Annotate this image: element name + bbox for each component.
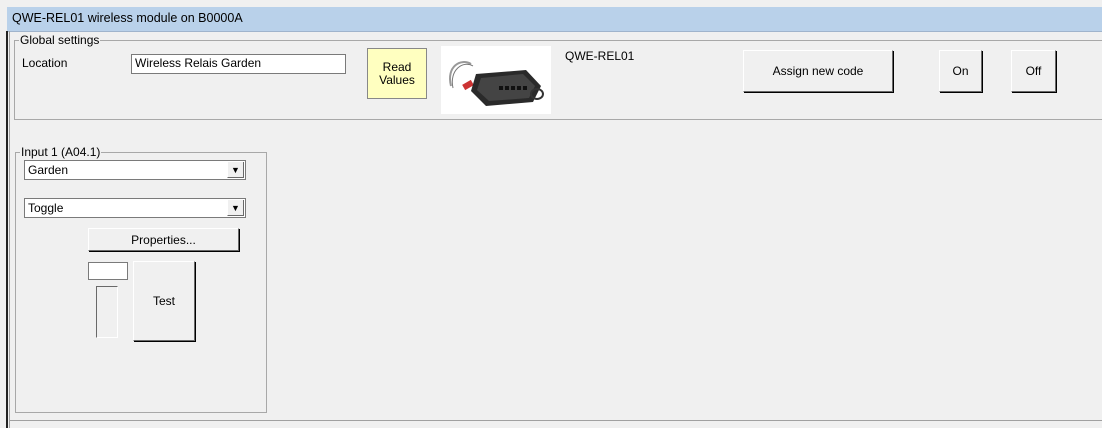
module-image bbox=[441, 46, 551, 114]
title-bar: QWE-REL01 wireless module on B0000A bbox=[7, 7, 1102, 32]
location-value: Wireless Relais Garden bbox=[135, 56, 262, 70]
location-field[interactable]: Wireless Relais Garden bbox=[131, 54, 346, 74]
module-name: QWE-REL01 bbox=[565, 49, 635, 63]
bottom-divider bbox=[10, 420, 1102, 421]
input1-title: Input 1 (A04.1) bbox=[20, 145, 102, 159]
on-button[interactable]: On bbox=[939, 50, 982, 92]
level-indicator bbox=[96, 286, 118, 338]
chevron-down-icon[interactable]: ▼ bbox=[227, 200, 244, 216]
assign-new-code-button[interactable]: Assign new code bbox=[743, 50, 893, 92]
assign-label: Assign new code bbox=[772, 64, 864, 78]
properties-label: Properties... bbox=[131, 232, 196, 247]
test-button[interactable]: Test bbox=[133, 261, 195, 341]
properties-button[interactable]: Properties... bbox=[88, 228, 239, 251]
module-window: QWE-REL01 wireless module on B0000A Glob… bbox=[0, 0, 1102, 428]
test-label: Test bbox=[152, 294, 175, 308]
window-title: QWE-REL01 wireless module on B0000A bbox=[12, 11, 243, 25]
on-label: On bbox=[952, 64, 969, 78]
global-settings-title: Global settings bbox=[19, 33, 101, 47]
location-label: Location bbox=[22, 56, 68, 70]
chevron-down-icon[interactable]: ▼ bbox=[227, 162, 244, 178]
input-name-value: Garden bbox=[28, 163, 69, 177]
off-label: Off bbox=[1025, 64, 1042, 78]
input-name-combo[interactable]: Garden ▼ bbox=[24, 160, 246, 180]
left-border bbox=[6, 31, 8, 428]
input-mode-value: Toggle bbox=[28, 201, 64, 215]
read-values-button[interactable]: Read Values bbox=[367, 48, 427, 99]
input-state-field[interactable] bbox=[88, 262, 128, 280]
left-border-inner bbox=[9, 31, 10, 428]
read-values-line1: Read bbox=[382, 59, 412, 74]
off-button[interactable]: Off bbox=[1011, 50, 1056, 92]
read-values-line2: Values bbox=[379, 72, 415, 87]
input-mode-combo[interactable]: Toggle ▼ bbox=[24, 198, 246, 218]
relay-module-icon bbox=[449, 61, 544, 106]
